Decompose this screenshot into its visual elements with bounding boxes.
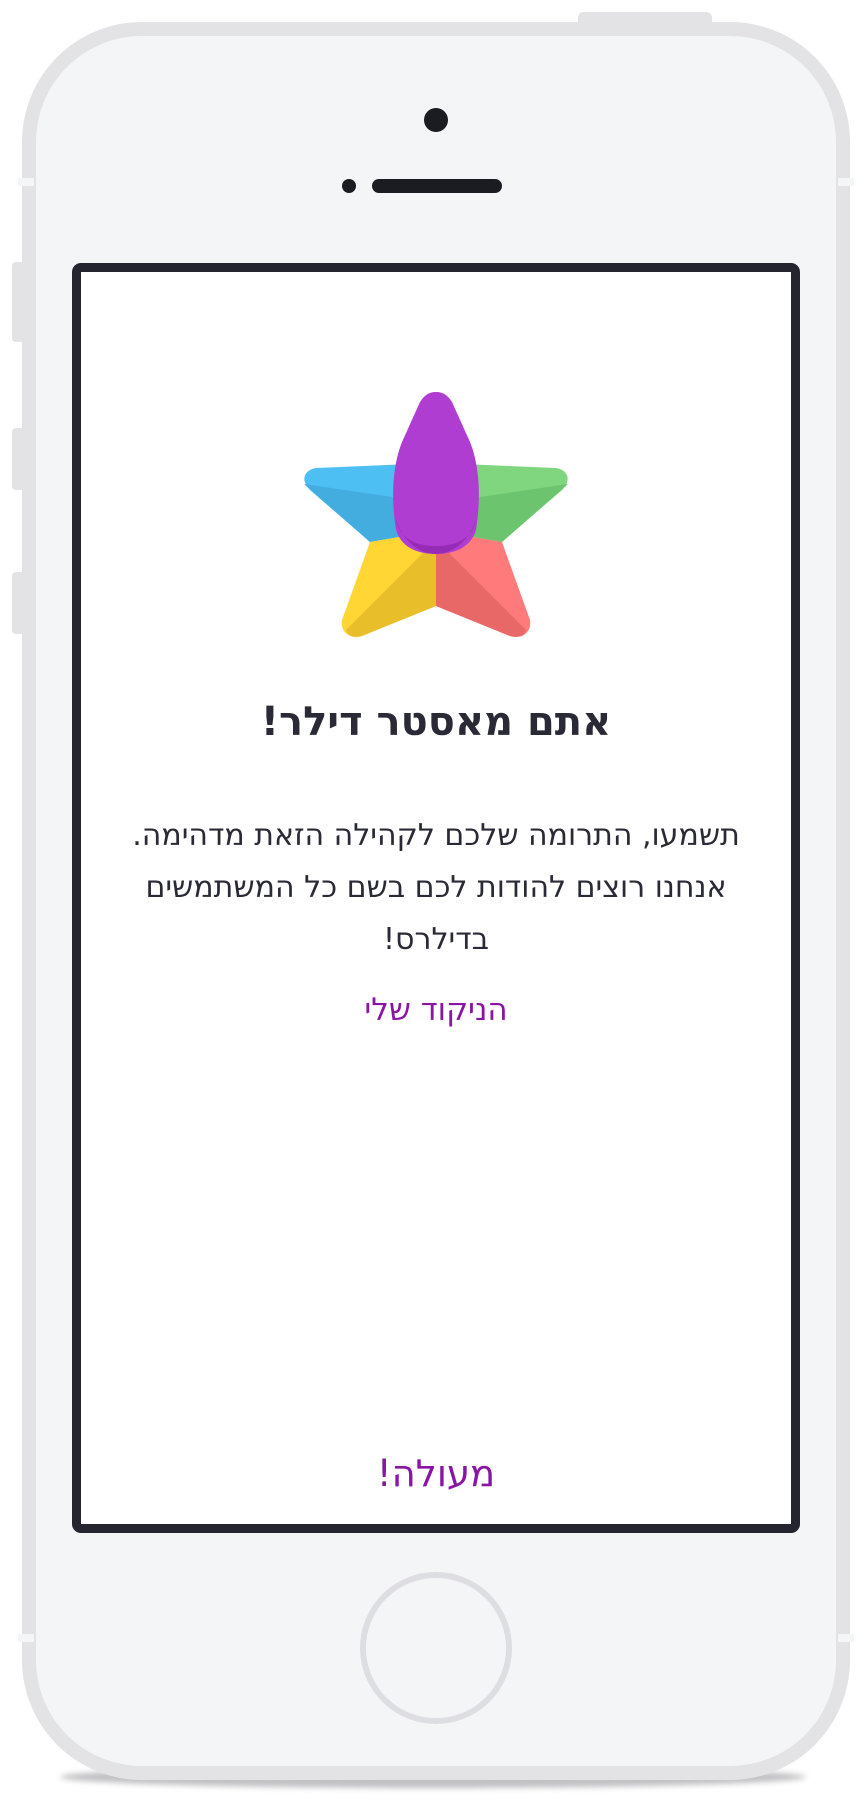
antenna-band (18, 178, 34, 186)
confirm-button[interactable]: מעולה! (281, 1452, 591, 1495)
front-camera (424, 108, 448, 132)
app-screen: אתם מאסטר דילר! תשמעו, התרומה שלכם לקהיל… (72, 263, 800, 1533)
my-points-link[interactable]: הניקוד שלי (81, 992, 791, 1028)
antenna-band (18, 1634, 34, 1642)
dialog-message: תשמעו, התרומה שלכם לקהילה הזאת מדהימה. א… (132, 818, 740, 957)
device-mockup: אתם מאסטר דילר! תשמעו, התרומה שלכם לקהיל… (0, 0, 867, 1800)
proximity-sensor (342, 179, 356, 193)
dialog-title: אתם מאסטר דילר! (260, 699, 612, 745)
earpiece-speaker (372, 179, 502, 193)
antenna-band (838, 1634, 854, 1642)
antenna-band (838, 178, 854, 186)
multicolor-star-icon (304, 392, 568, 638)
home-button[interactable] (360, 1572, 512, 1724)
